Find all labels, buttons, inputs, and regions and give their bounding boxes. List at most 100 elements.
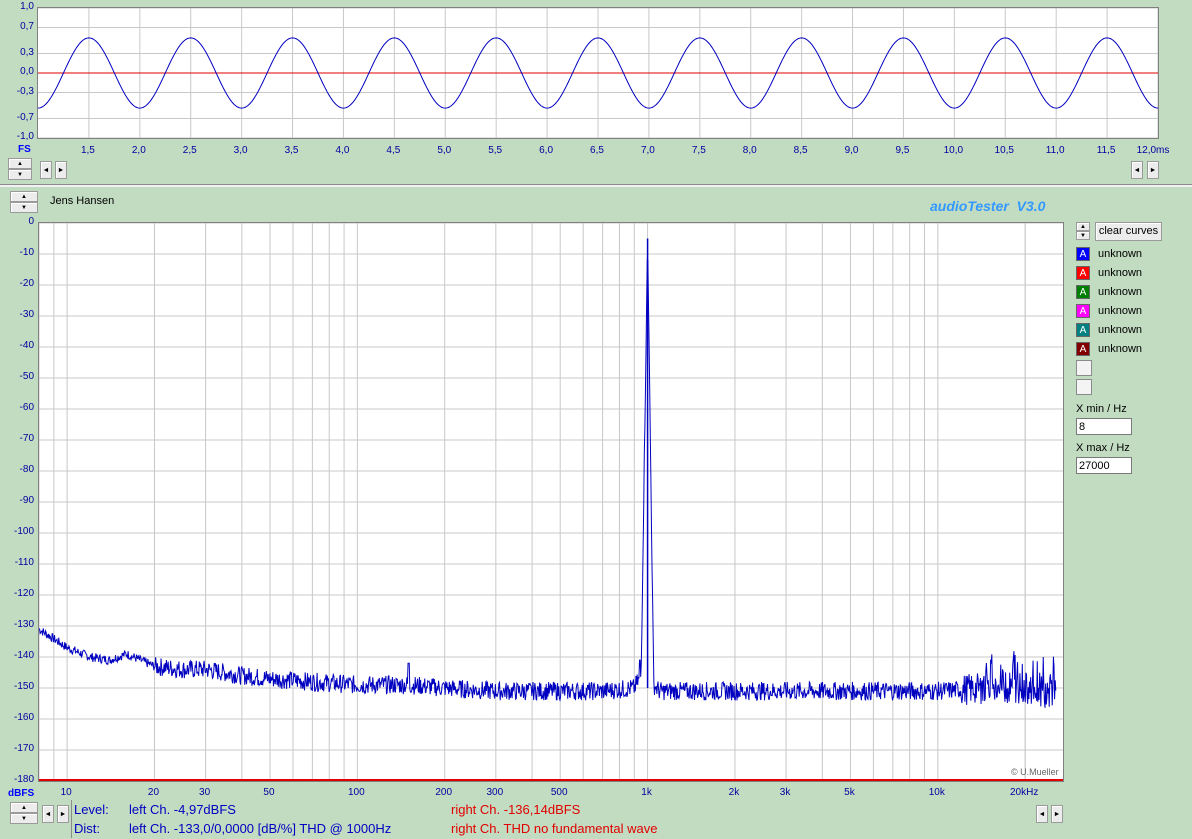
waveform-x-tick: 11,0 bbox=[1045, 145, 1065, 156]
legend-label: unknown bbox=[1098, 286, 1143, 298]
waveform-scroll-left-button[interactable] bbox=[40, 161, 52, 179]
waveform-scroll-right-button-right[interactable] bbox=[1147, 161, 1159, 179]
spectrum-y-tick: -90 bbox=[19, 495, 34, 506]
legend-item[interactable]: Aunknown bbox=[1076, 245, 1142, 263]
waveform-plot bbox=[37, 7, 1159, 139]
curve-checkbox-7[interactable] bbox=[1076, 360, 1092, 376]
legend-item[interactable]: Aunknown bbox=[1076, 321, 1142, 339]
xmax-label: X max / Hz bbox=[1076, 442, 1130, 454]
curve-color-swatch[interactable]: A bbox=[1076, 323, 1090, 337]
waveform-x-tick: 6,5 bbox=[590, 145, 604, 156]
dist-right-value: right Ch. THD no fundamental wave bbox=[451, 821, 658, 836]
level-label: Level: bbox=[74, 802, 109, 817]
waveform-x-tick: 7,0 bbox=[640, 145, 655, 156]
waveform-zoom-down-button[interactable] bbox=[8, 169, 32, 180]
spectrum-x-tick: 30 bbox=[199, 787, 211, 798]
spectrum-offset-down-button[interactable] bbox=[10, 202, 38, 213]
waveform-y-tick: -0,7 bbox=[16, 111, 34, 123]
spectrum-chart: © U.Mueller bbox=[39, 223, 1063, 781]
spectrum-y-tick: -160 bbox=[13, 712, 34, 723]
spectrum-y-tick: -50 bbox=[19, 371, 34, 382]
spectrum-y-tick: -30 bbox=[19, 309, 34, 320]
spectrum-y-tick: -70 bbox=[19, 433, 34, 444]
xmin-label: X min / Hz bbox=[1076, 403, 1127, 415]
curve-color-swatch[interactable]: A bbox=[1076, 304, 1090, 318]
waveform-x-tick: 5,5 bbox=[488, 145, 503, 156]
waveform-x-tick: 6,0 bbox=[539, 145, 554, 156]
spectrum-y-tick: -10 bbox=[19, 247, 34, 258]
spectrum-y-tick: -40 bbox=[19, 340, 34, 351]
legend-item[interactable]: Aunknown bbox=[1076, 264, 1142, 282]
spectrum-x-tick: 500 bbox=[550, 787, 568, 798]
waveform-x-tick: 4,5 bbox=[386, 145, 401, 156]
spectrum-x-tick: 2k bbox=[728, 787, 740, 798]
spectrum-x-tick: 300 bbox=[486, 787, 504, 798]
waveform-y-tick: 1,0 bbox=[20, 1, 34, 12]
spectrum-x-tick: 20kHz bbox=[1009, 787, 1039, 798]
waveform-x-tick: 10,5 bbox=[994, 145, 1014, 156]
spectrum-y-tick: -180 bbox=[13, 774, 34, 785]
waveform-x-tick: 8,5 bbox=[793, 145, 808, 156]
spectrum-scroll-left-button[interactable] bbox=[42, 805, 54, 823]
spectrum-x-tick: 3k bbox=[779, 787, 791, 798]
waveform-x-tick: 1,5 bbox=[80, 145, 95, 156]
waveform-x-tick: 9,5 bbox=[895, 145, 910, 156]
legend-item[interactable]: Aunknown bbox=[1076, 302, 1142, 320]
level-left-value: left Ch. -4,97dBFS bbox=[129, 802, 236, 817]
legend-item[interactable]: Aunknown bbox=[1076, 283, 1142, 301]
waveform-y-tick: -1,0 bbox=[16, 131, 34, 142]
waveform-scroll-left-button-right[interactable] bbox=[1131, 161, 1143, 179]
waveform-scroll-right-button[interactable] bbox=[55, 161, 67, 179]
spectrum-y-tick: -120 bbox=[13, 588, 34, 599]
clear-curves-button[interactable]: clear curves bbox=[1095, 222, 1162, 241]
dist-left-value: left Ch. -133,0/0,0000 [dB/%] THD @ 1000… bbox=[129, 821, 392, 836]
curve-checkbox-8[interactable] bbox=[1076, 379, 1092, 395]
spectrum-scroll-right-button[interactable] bbox=[57, 805, 69, 823]
curve-color-swatch[interactable]: A bbox=[1076, 285, 1090, 299]
legend-scroll-up-button[interactable] bbox=[1076, 222, 1090, 231]
spectrum-y-tick: -170 bbox=[13, 743, 34, 754]
spectrum-x-tick: 10 bbox=[60, 787, 72, 798]
app-title: audioTester V3.0 bbox=[930, 198, 1046, 214]
legend-label: unknown bbox=[1098, 267, 1143, 279]
panel-separator bbox=[0, 184, 1192, 187]
spectrum-plot: © U.Mueller bbox=[38, 222, 1064, 782]
spectrum-x-tick: 5k bbox=[844, 787, 855, 798]
waveform-x-tick: 4,0 bbox=[335, 145, 350, 156]
spectrum-y-tick: -140 bbox=[13, 650, 34, 661]
curve-color-swatch[interactable]: A bbox=[1076, 342, 1090, 356]
spectrum-x-tick: 100 bbox=[348, 787, 365, 798]
spectrum-scroll-left-button-right[interactable] bbox=[1036, 805, 1048, 823]
waveform-x-tick: 7,5 bbox=[691, 145, 706, 156]
waveform-x-tick: 3,5 bbox=[284, 145, 299, 156]
user-name: Jens Hansen bbox=[50, 195, 115, 207]
spectrum-x-tick: 50 bbox=[263, 787, 275, 798]
xmax-input[interactable] bbox=[1076, 457, 1132, 474]
level-right-value: right Ch. -136,14dBFS bbox=[451, 802, 581, 817]
spectrum-y-tick: -110 bbox=[14, 557, 34, 568]
spectrum-y-tick: -130 bbox=[13, 619, 34, 630]
status-divider bbox=[71, 800, 72, 838]
spectrum-y-tick: 0 bbox=[28, 216, 34, 227]
legend-scroll-down-button[interactable] bbox=[1076, 231, 1090, 240]
spectrum-offset-up-button[interactable] bbox=[10, 191, 38, 202]
waveform-x-tick: 11,5 bbox=[1096, 145, 1116, 156]
xmin-input[interactable] bbox=[1076, 418, 1132, 435]
spectrum-zoom-down-button[interactable] bbox=[10, 813, 38, 824]
curve-color-swatch[interactable]: A bbox=[1076, 247, 1090, 261]
waveform-unit-label: FS bbox=[18, 144, 31, 155]
spectrum-y-tick: -100 bbox=[13, 526, 34, 537]
legend-label: unknown bbox=[1098, 248, 1143, 260]
waveform-chart bbox=[38, 8, 1158, 138]
spectrum-zoom-up-button[interactable] bbox=[10, 802, 38, 813]
spectrum-left-channel-trace bbox=[39, 258, 1057, 708]
curve-color-swatch[interactable]: A bbox=[1076, 266, 1090, 280]
spectrum-y-tick: -150 bbox=[13, 681, 34, 692]
spectrum-y-tick: -60 bbox=[19, 402, 34, 413]
legend-item[interactable]: Aunknown bbox=[1076, 340, 1142, 358]
waveform-zoom-up-button[interactable] bbox=[8, 158, 32, 169]
waveform-x-tick: 2,0 bbox=[131, 145, 146, 156]
spectrum-scroll-right-button-right[interactable] bbox=[1051, 805, 1063, 823]
waveform-x-tick: 9,0 bbox=[844, 145, 859, 156]
spectrum-y-tick: -20 bbox=[19, 278, 34, 289]
